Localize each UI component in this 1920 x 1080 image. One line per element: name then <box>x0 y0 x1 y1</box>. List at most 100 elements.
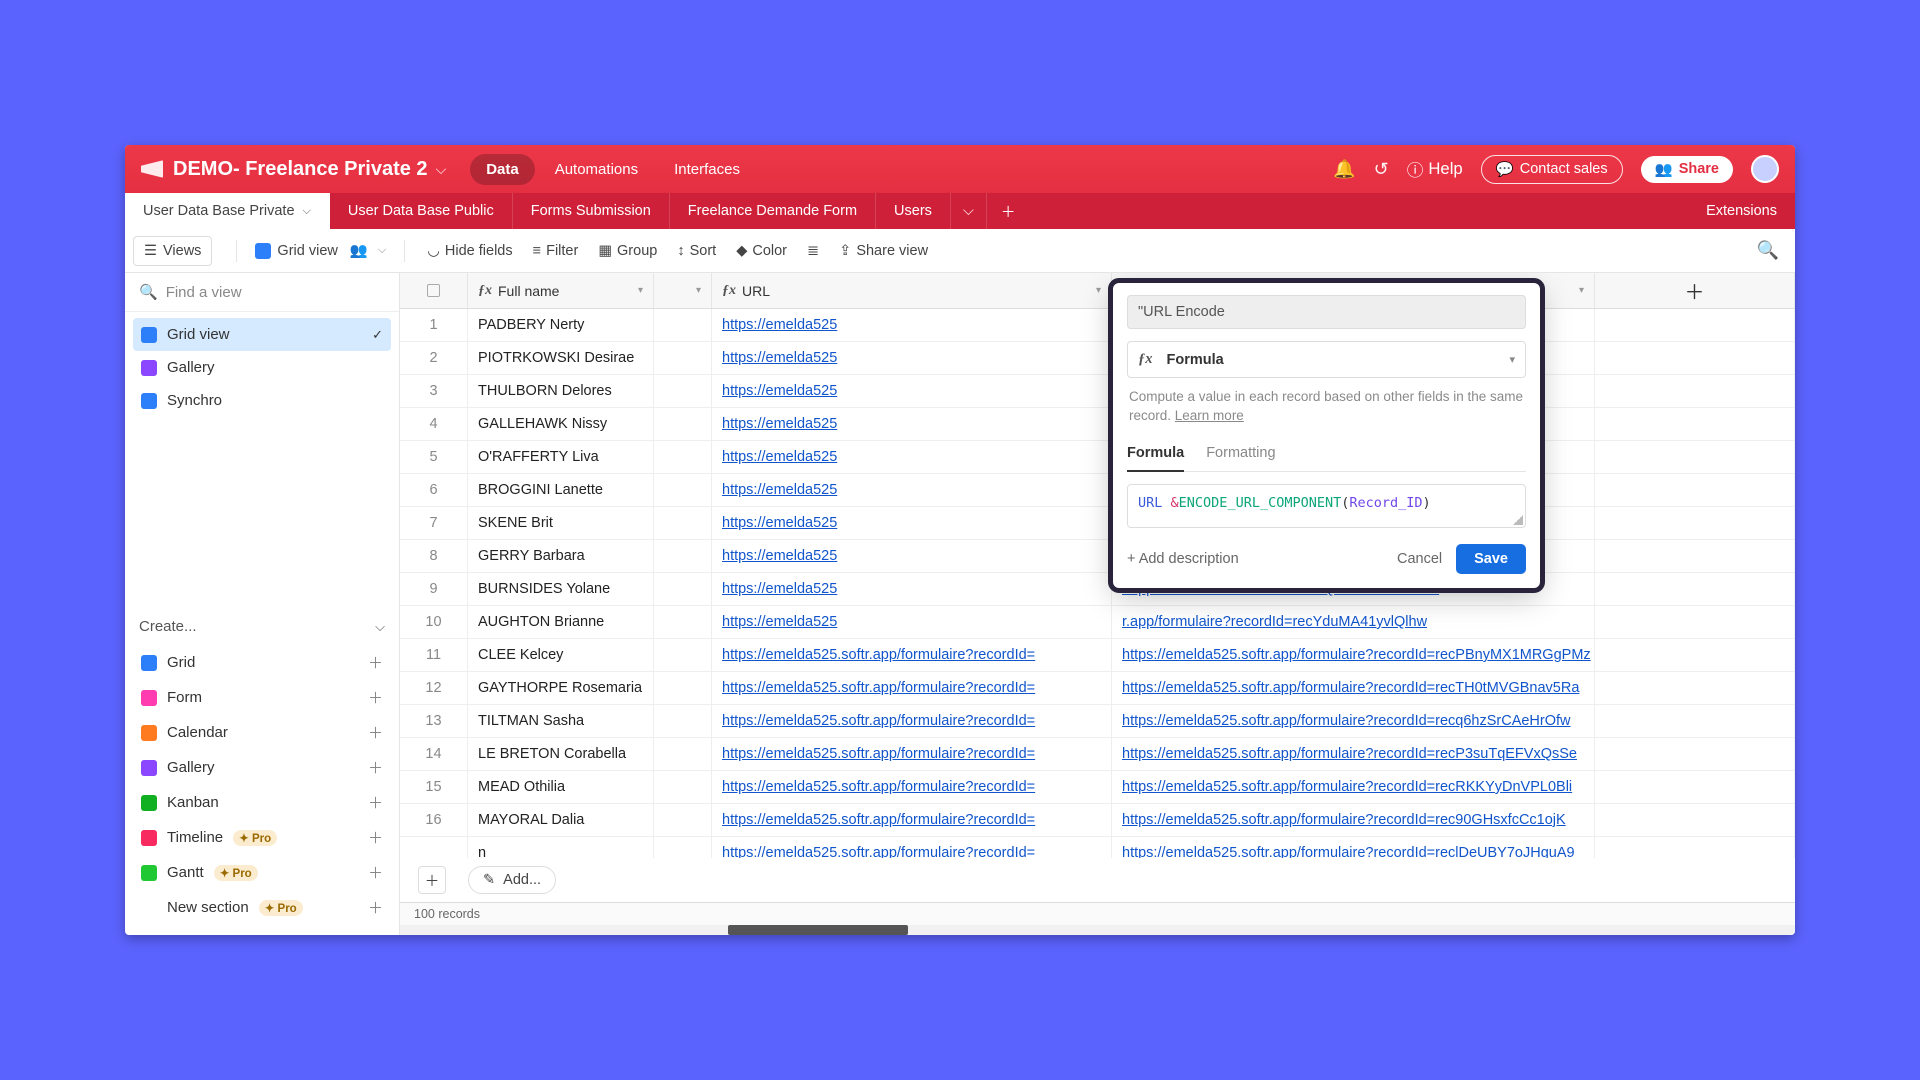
field-type-select[interactable]: ƒx Formula ▾ <box>1127 341 1526 378</box>
cell-blank[interactable] <box>654 771 712 803</box>
table-tab[interactable]: Forms Submission <box>513 193 670 229</box>
url-link[interactable]: https://emelda525 <box>722 416 837 432</box>
url-link[interactable]: https://emelda525.softr.app/formulaire?r… <box>722 680 1035 696</box>
cell-url-encode[interactable]: https://emelda525.softr.app/formulaire?r… <box>1112 705 1595 737</box>
cell-url[interactable]: https://emelda525.softr.app/formulaire?r… <box>712 639 1112 671</box>
cell-blank[interactable] <box>654 375 712 407</box>
group-button[interactable]: ▦Group <box>598 243 657 259</box>
encode-link[interactable]: r.app/formulaire?recordId=recYduMA41yvlQ… <box>1122 614 1427 630</box>
cell-blank[interactable] <box>654 474 712 506</box>
cell-fullname[interactable]: BROGGINI Lanette <box>468 474 654 506</box>
add-column-button[interactable]: ＋ <box>1595 273 1795 308</box>
table-row[interactable]: 4GALLEHAWK Nissyhttps://emelda525r.app/f… <box>400 408 1795 441</box>
primary-tab-data[interactable]: Data <box>470 154 535 185</box>
url-link[interactable]: https://emelda525 <box>722 317 837 333</box>
table-tab[interactable]: Freelance Demande Form <box>670 193 876 229</box>
url-link[interactable]: https://emelda525.softr.app/formulaire?r… <box>722 647 1035 663</box>
share-button[interactable]: 👥 Share <box>1641 156 1733 183</box>
url-link[interactable]: https://emelda525.softr.app/formulaire?r… <box>722 845 1035 858</box>
table-row[interactable]: 11CLEE Kelceyhttps://emelda525.softr.app… <box>400 639 1795 672</box>
table-row[interactable]: 1PADBERY Nertyhttps://emelda525r.app/for… <box>400 309 1795 342</box>
sort-button[interactable]: ↕Sort <box>677 243 716 259</box>
cell-fullname[interactable]: TILTMAN Sasha <box>468 705 654 737</box>
url-link[interactable]: https://emelda525 <box>722 383 837 399</box>
cell-url[interactable]: https://emelda525 <box>712 474 1112 506</box>
encode-link[interactable]: https://emelda525.softr.app/formulaire?r… <box>1122 680 1579 696</box>
table-row[interactable]: 6BROGGINI Lanettehttps://emelda525r.app/… <box>400 474 1795 507</box>
create-section-header[interactable]: Create... ⌵ <box>125 608 399 645</box>
cell-blank[interactable] <box>654 408 712 440</box>
cell-url-encode[interactable]: https://emelda525.softr.app/formulaire?r… <box>1112 837 1595 858</box>
current-view-button[interactable]: Grid view 👥 ⌵ <box>249 242 392 259</box>
table-row[interactable]: 3THULBORN Deloreshttps://emelda525r.app/… <box>400 375 1795 408</box>
cell-url[interactable]: https://emelda525.softr.app/formulaire?r… <box>712 672 1112 704</box>
encode-link[interactable]: https://emelda525.softr.app/formulaire?r… <box>1122 812 1566 828</box>
url-link[interactable]: https://emelda525.softr.app/formulaire?r… <box>722 812 1035 828</box>
row-height-button[interactable]: ≣ <box>807 243 819 259</box>
cell-blank[interactable] <box>654 705 712 737</box>
cell-url[interactable]: https://emelda525 <box>712 408 1112 440</box>
cell-url-encode[interactable]: r.app/formulaire?recordId=recYduMA41yvlQ… <box>1112 606 1595 638</box>
cell-blank[interactable] <box>654 342 712 374</box>
table-row[interactable]: 12GAYTHORPE Rosemariahttps://emelda525.s… <box>400 672 1795 705</box>
cell-blank[interactable] <box>654 672 712 704</box>
hide-fields-button[interactable]: ◡Hide fields <box>427 243 512 259</box>
cell-url[interactable]: https://emelda525 <box>712 375 1112 407</box>
table-row[interactable]: 8GERRY Barbarahttps://emelda525r.app/for… <box>400 540 1795 573</box>
create-view-item[interactable]: Gallery＋ <box>133 750 391 785</box>
cell-fullname[interactable]: GAYTHORPE Rosemaria <box>468 672 654 704</box>
encode-link[interactable]: https://emelda525.softr.app/formulaire?r… <box>1122 713 1571 729</box>
table-row[interactable]: 7SKENE Brithttps://emelda525r.app/formul… <box>400 507 1795 540</box>
views-toggle-button[interactable]: ☰ Views <box>133 236 212 266</box>
cell-url[interactable]: https://emelda525 <box>712 342 1112 374</box>
table-tab[interactable]: Users <box>876 193 951 229</box>
horizontal-scrollbar[interactable] <box>400 925 1795 935</box>
cell-fullname[interactable]: n <box>468 837 654 858</box>
create-view-item[interactable]: Form＋ <box>133 680 391 715</box>
cell-fullname[interactable]: GERRY Barbara <box>468 540 654 572</box>
cell-url-encode[interactable]: https://emelda525.softr.app/formulaire?r… <box>1112 771 1595 803</box>
tab-formatting[interactable]: Formatting <box>1206 436 1275 471</box>
base-menu-chevron-icon[interactable]: ⌵ <box>436 161 447 178</box>
cancel-button[interactable]: Cancel <box>1397 551 1442 567</box>
cell-url[interactable]: https://emelda525 <box>712 507 1112 539</box>
url-link[interactable]: https://emelda525 <box>722 548 837 564</box>
encode-link[interactable]: https://emelda525.softr.app/formulaire?r… <box>1122 647 1591 663</box>
url-link[interactable]: https://emelda525 <box>722 449 837 465</box>
formula-editor[interactable]: URL &ENCODE_URL_COMPONENT(Record_ID) <box>1127 484 1526 528</box>
create-view-item[interactable]: Kanban＋ <box>133 785 391 820</box>
url-link[interactable]: https://emelda525.softr.app/formulaire?r… <box>722 713 1035 729</box>
cell-url[interactable]: https://emelda525.softr.app/formulaire?r… <box>712 705 1112 737</box>
url-link[interactable]: https://emelda525 <box>722 482 837 498</box>
cell-url[interactable]: https://emelda525.softr.app/formulaire?r… <box>712 738 1112 770</box>
cell-fullname[interactable]: PIOTRKOWSKI Desirae <box>468 342 654 374</box>
sidebar-view-item[interactable]: Synchro <box>133 384 391 417</box>
cell-blank[interactable] <box>654 573 712 605</box>
cell-url[interactable]: https://emelda525.softr.app/formulaire?r… <box>712 837 1112 858</box>
table-row[interactable]: 14LE BRETON Corabellahttps://emelda525.s… <box>400 738 1795 771</box>
primary-tab-interfaces[interactable]: Interfaces <box>658 154 756 185</box>
url-link[interactable]: https://emelda525.softr.app/formulaire?r… <box>722 746 1035 762</box>
cell-fullname[interactable]: AUGHTON Brianne <box>468 606 654 638</box>
column-header-fullname[interactable]: ƒxFull name▾ <box>468 273 654 308</box>
cell-url-encode[interactable]: https://emelda525.softr.app/formulaire?r… <box>1112 738 1595 770</box>
cell-url[interactable]: https://emelda525.softr.app/formulaire?r… <box>712 771 1112 803</box>
learn-more-link[interactable]: Learn more <box>1175 408 1244 423</box>
cell-blank[interactable] <box>654 507 712 539</box>
table-tab[interactable]: User Data Base Public <box>330 193 513 229</box>
table-row[interactable]: 15MEAD Othiliahttps://emelda525.softr.ap… <box>400 771 1795 804</box>
cell-blank[interactable] <box>654 540 712 572</box>
cell-url[interactable]: https://emelda525 <box>712 540 1112 572</box>
create-view-item[interactable]: New section ✦ Pro＋ <box>133 890 391 925</box>
field-name-input[interactable]: "URL Encode <box>1127 295 1526 329</box>
create-view-item[interactable]: Gantt ✦ Pro＋ <box>133 855 391 890</box>
contact-sales-button[interactable]: 💬 Contact sales <box>1481 155 1623 184</box>
cell-blank[interactable] <box>654 309 712 341</box>
cell-blank[interactable] <box>654 837 712 858</box>
url-link[interactable]: https://emelda525 <box>722 614 837 630</box>
find-view-input[interactable]: 🔍 Find a view <box>125 273 399 312</box>
cell-blank[interactable] <box>654 441 712 473</box>
cell-fullname[interactable]: CLEE Kelcey <box>468 639 654 671</box>
cell-blank[interactable] <box>654 639 712 671</box>
table-row[interactable]: 2PIOTRKOWSKI Desiraehttps://emelda525r.a… <box>400 342 1795 375</box>
